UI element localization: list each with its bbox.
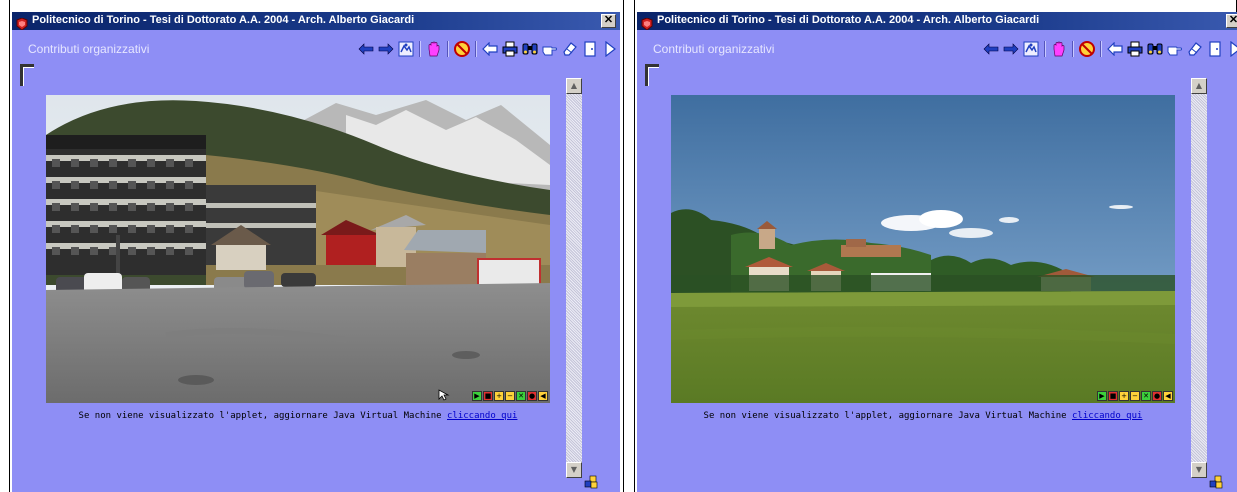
play-next-icon[interactable] <box>600 39 620 59</box>
eraser-icon[interactable] <box>560 39 580 59</box>
window-title: Politecnico di Torino - Tesi di Dottorat… <box>32 14 415 26</box>
print-icon[interactable] <box>1125 39 1145 59</box>
toolbar <box>981 39 1237 59</box>
toolbar-separator <box>1072 41 1074 57</box>
toolbar <box>356 39 620 59</box>
frame-corner-mark <box>20 64 34 86</box>
panorama-applet[interactable]: ▶ ■ + − ✕ ● ◀ <box>46 95 550 403</box>
print-icon[interactable] <box>500 39 520 59</box>
notice-text: Se non viene visualizzato l'applet, aggi… <box>78 411 447 421</box>
pointing-hand-icon[interactable] <box>1165 39 1185 59</box>
stop-icon[interactable]: ■ <box>1108 391 1118 401</box>
applet-notice: Se non viene visualizzato l'applet, aggi… <box>46 411 550 421</box>
close-button[interactable]: ✕ <box>1226 14 1237 28</box>
title-bar[interactable]: Politecnico di Torino - Tesi di Dottorat… <box>12 12 620 31</box>
toolbar-separator <box>1100 41 1102 57</box>
pointing-hand-icon[interactable] <box>540 39 560 59</box>
close-button[interactable]: ✕ <box>601 14 616 28</box>
title-bar[interactable]: Politecnico di Torino - Tesi di Dottorat… <box>637 12 1237 31</box>
scroll-down-arrow-icon[interactable]: ▼ <box>566 462 582 478</box>
stop-icon[interactable]: ■ <box>483 391 493 401</box>
applet-notice: Se non viene visualizzato l'applet, aggi… <box>671 411 1175 421</box>
viewer-window-1: Politecnico di Torino - Tesi di Dottorat… <box>12 12 620 492</box>
map-icon[interactable] <box>396 39 416 59</box>
fullscreen-icon[interactable]: ✕ <box>516 391 526 401</box>
hand-stop-icon[interactable] <box>1049 39 1069 59</box>
applet-controls: ▶ ■ + − ✕ ● ◀ <box>1097 391 1173 401</box>
toolbar-separator <box>1044 41 1046 57</box>
applet-controls: ▶ ■ + − ✕ ● ◀ <box>472 391 548 401</box>
panorama-applet[interactable]: ▶ ■ + − ✕ ● ◀ <box>671 95 1175 403</box>
arrow-left-icon[interactable] <box>356 39 376 59</box>
vertical-scrollbar[interactable]: ▲ ▼ <box>566 78 582 478</box>
binoculars-icon[interactable] <box>1145 39 1165 59</box>
zoom-out-icon[interactable]: − <box>505 391 515 401</box>
zoom-in-icon[interactable]: + <box>1119 391 1129 401</box>
app-logo-icon <box>641 15 653 31</box>
section-title: Contributi organizzativi <box>653 42 775 56</box>
toolbar-separator <box>475 41 477 57</box>
no-entry-icon[interactable] <box>1077 39 1097 59</box>
scroll-up-arrow-icon[interactable]: ▲ <box>566 78 582 94</box>
java-update-link[interactable]: cliccando qui <box>1072 411 1142 421</box>
eraser-icon[interactable] <box>1185 39 1205 59</box>
arrow-left-icon[interactable] <box>981 39 1001 59</box>
toolbar-separator <box>447 41 449 57</box>
hotspot-icon[interactable]: ● <box>1152 391 1162 401</box>
arrow-right-icon[interactable] <box>1001 39 1021 59</box>
door-exit-icon[interactable] <box>580 39 600 59</box>
toolbar-separator <box>419 41 421 57</box>
vertical-scrollbar[interactable]: ▲ ▼ <box>1191 78 1207 478</box>
back-icon[interactable] <box>480 39 500 59</box>
play-icon[interactable]: ▶ <box>472 391 482 401</box>
screenshot-stage: Politecnico di Torino - Tesi di Dottorat… <box>0 0 1237 492</box>
scroll-up-arrow-icon[interactable]: ▲ <box>1191 78 1207 94</box>
door-exit-icon[interactable] <box>1205 39 1225 59</box>
resize-grip-icon[interactable] <box>584 474 598 489</box>
sound-icon[interactable]: ◀ <box>1163 391 1173 401</box>
app-logo-icon <box>16 15 28 31</box>
arrow-right-icon[interactable] <box>376 39 396 59</box>
frame-border-left <box>9 0 10 492</box>
hand-stop-icon[interactable] <box>424 39 444 59</box>
hotspot-icon[interactable]: ● <box>527 391 537 401</box>
window-title: Politecnico di Torino - Tesi di Dottorat… <box>657 14 1040 26</box>
play-next-icon[interactable] <box>1225 39 1237 59</box>
section-title: Contributi organizzativi <box>28 42 150 56</box>
no-entry-icon[interactable] <box>452 39 472 59</box>
zoom-out-icon[interactable]: − <box>1130 391 1140 401</box>
mouse-cursor-icon <box>438 389 450 401</box>
zoom-in-icon[interactable]: + <box>494 391 504 401</box>
binoculars-icon[interactable] <box>520 39 540 59</box>
frame-corner-mark <box>645 64 659 86</box>
scroll-down-arrow-icon[interactable]: ▼ <box>1191 462 1207 478</box>
play-icon[interactable]: ▶ <box>1097 391 1107 401</box>
sound-icon[interactable]: ◀ <box>538 391 548 401</box>
notice-text: Se non viene visualizzato l'applet, aggi… <box>703 411 1072 421</box>
frame-divider <box>623 0 624 492</box>
frame-divider-2 <box>634 0 635 492</box>
viewer-window-2: Politecnico di Torino - Tesi di Dottorat… <box>637 12 1237 492</box>
back-icon[interactable] <box>1105 39 1125 59</box>
map-icon[interactable] <box>1021 39 1041 59</box>
java-update-link[interactable]: cliccando qui <box>447 411 517 421</box>
fullscreen-icon[interactable]: ✕ <box>1141 391 1151 401</box>
resize-grip-icon[interactable] <box>1209 474 1223 489</box>
